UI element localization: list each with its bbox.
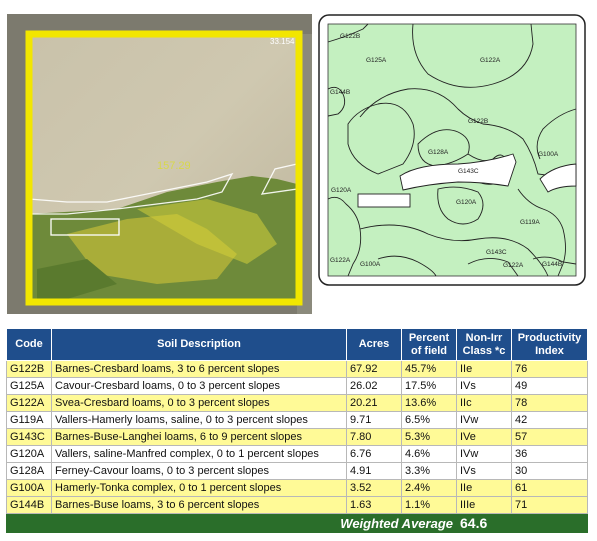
cell-class: IIe	[456, 479, 512, 497]
table-row: G100A Hamerly-Tonka complex, 0 to 1 perc…	[6, 479, 588, 497]
cell-percent: 3.3%	[401, 462, 457, 480]
cell-pi: 61	[511, 479, 588, 497]
cell-code: G125A	[6, 377, 52, 395]
cell-class: IVw	[456, 411, 512, 429]
cell-percent: 5.3%	[401, 428, 457, 446]
cell-pi: 78	[511, 394, 588, 412]
weighted-average-row: Weighted Average 64.6	[6, 513, 588, 533]
cell-class: IVs	[456, 377, 512, 395]
cell-pi: 49	[511, 377, 588, 395]
cell-class: IVe	[456, 428, 512, 446]
cell-class: IVs	[456, 462, 512, 480]
header-soil-description: Soil Description	[51, 328, 347, 361]
cell-description: Hamerly-Tonka complex, 0 to 1 percent sl…	[51, 479, 347, 497]
cell-class: IIIe	[456, 496, 512, 514]
table-row: G125A Cavour-Cresbard loams, 0 to 3 perc…	[6, 377, 588, 395]
cell-class: IVw	[456, 445, 512, 463]
cell-code: G122B	[6, 360, 52, 378]
cell-percent: 17.5%	[401, 377, 457, 395]
cell-percent: 6.5%	[401, 411, 457, 429]
soil-label: G144B	[330, 89, 350, 96]
cell-code: G120A	[6, 445, 52, 463]
tract-acreage-label: 157.29	[157, 160, 191, 172]
cell-pi: 42	[511, 411, 588, 429]
soil-table: Code Soil Description Acres Percent of f…	[6, 328, 588, 533]
soil-map: G122B G125A G122A G144B G122B G128A G143…	[318, 14, 586, 286]
table-row: G128A Ferney-Cavour loams, 0 to 3 percen…	[6, 462, 588, 480]
cell-acres: 67.92	[346, 360, 402, 378]
cell-acres: 1.63	[346, 496, 402, 514]
cell-acres: 26.02	[346, 377, 402, 395]
table-header-row: Code Soil Description Acres Percent of f…	[6, 328, 588, 361]
cell-percent: 1.1%	[401, 496, 457, 514]
table-row: G120A Vallers, saline-Manfred complex, 0…	[6, 445, 588, 463]
cell-description: Barnes-Cresbard loams, 3 to 6 percent sl…	[51, 360, 347, 378]
water-feature-small	[357, 193, 411, 208]
soil-label: G143C	[486, 249, 507, 256]
cell-code: G144B	[6, 496, 52, 514]
weighted-average-value: 64.6	[456, 513, 588, 533]
cell-description: Vallers, saline-Manfred complex, 0 to 1 …	[51, 445, 347, 463]
cell-description: Ferney-Cavour loams, 0 to 3 percent slop…	[51, 462, 347, 480]
cell-acres: 9.71	[346, 411, 402, 429]
soil-label: G144B	[542, 261, 562, 268]
cell-pi: 76	[511, 360, 588, 378]
cell-code: G119A	[6, 411, 52, 429]
cell-acres: 3.52	[346, 479, 402, 497]
table-row: G143C Barnes-Buse-Langhei loams, 6 to 9 …	[6, 428, 588, 446]
table-row: G119A Vallers-Hamerly loams, saline, 0 t…	[6, 411, 588, 429]
cell-pi: 36	[511, 445, 588, 463]
header-non-irr-class: Non-Irr Class *c	[456, 328, 512, 361]
soil-label: G122B	[340, 33, 360, 40]
soil-label: G122A	[330, 257, 351, 264]
cell-description: Vallers-Hamerly loams, saline, 0 to 3 pe…	[51, 411, 347, 429]
header-code: Code	[6, 328, 52, 361]
soil-label: G122B	[468, 118, 488, 125]
soil-label: G100A	[360, 261, 381, 268]
cell-percent: 4.6%	[401, 445, 457, 463]
soil-label: G125A	[366, 57, 387, 64]
cell-pi: 57	[511, 428, 588, 446]
soil-label: G120A	[331, 187, 352, 194]
cell-class: IIe	[456, 360, 512, 378]
cell-acres: 7.80	[346, 428, 402, 446]
weighted-average-label: Weighted Average	[6, 513, 457, 533]
cell-acres: 20.21	[346, 394, 402, 412]
table-row: G144B Barnes-Buse loams, 3 to 6 percent …	[6, 496, 588, 514]
header-percent-of-field: Percent of field	[401, 328, 457, 361]
soil-label: G122A	[503, 262, 524, 269]
cell-acres: 6.76	[346, 445, 402, 463]
header-acres: Acres	[346, 328, 402, 361]
cell-description: Cavour-Cresbard loams, 0 to 3 percent sl…	[51, 377, 347, 395]
cell-class: IIc	[456, 394, 512, 412]
soil-label: G122A	[480, 57, 501, 64]
cell-percent: 13.6%	[401, 394, 457, 412]
table-row: G122A Svea-Cresbard loams, 0 to 3 percen…	[6, 394, 588, 412]
soil-label: G119A	[520, 219, 540, 226]
cell-pi: 71	[511, 496, 588, 514]
cell-description: Svea-Cresbard loams, 0 to 3 percent slop…	[51, 394, 347, 412]
soil-label: G128A	[428, 149, 449, 156]
aerial-photo: 157.29 33.154	[7, 14, 312, 314]
cell-acres: 4.91	[346, 462, 402, 480]
cell-code: G122A	[6, 394, 52, 412]
header-productivity-index: Productivity Index	[511, 328, 588, 361]
soil-label: G100A	[538, 151, 559, 158]
cell-code: G100A	[6, 479, 52, 497]
cell-code: G143C	[6, 428, 52, 446]
cell-percent: 2.4%	[401, 479, 457, 497]
soil-label: G120A	[456, 199, 477, 206]
cell-pi: 30	[511, 462, 588, 480]
cell-code: G128A	[6, 462, 52, 480]
soil-label: G143C	[458, 168, 479, 175]
table-row: G122B Barnes-Cresbard loams, 3 to 6 perc…	[6, 360, 588, 378]
cell-description: Barnes-Buse loams, 3 to 6 percent slopes	[51, 496, 347, 514]
cell-description: Barnes-Buse-Langhei loams, 6 to 9 percen…	[51, 428, 347, 446]
map-corner-label: 33.154	[270, 37, 295, 46]
cell-percent: 45.7%	[401, 360, 457, 378]
